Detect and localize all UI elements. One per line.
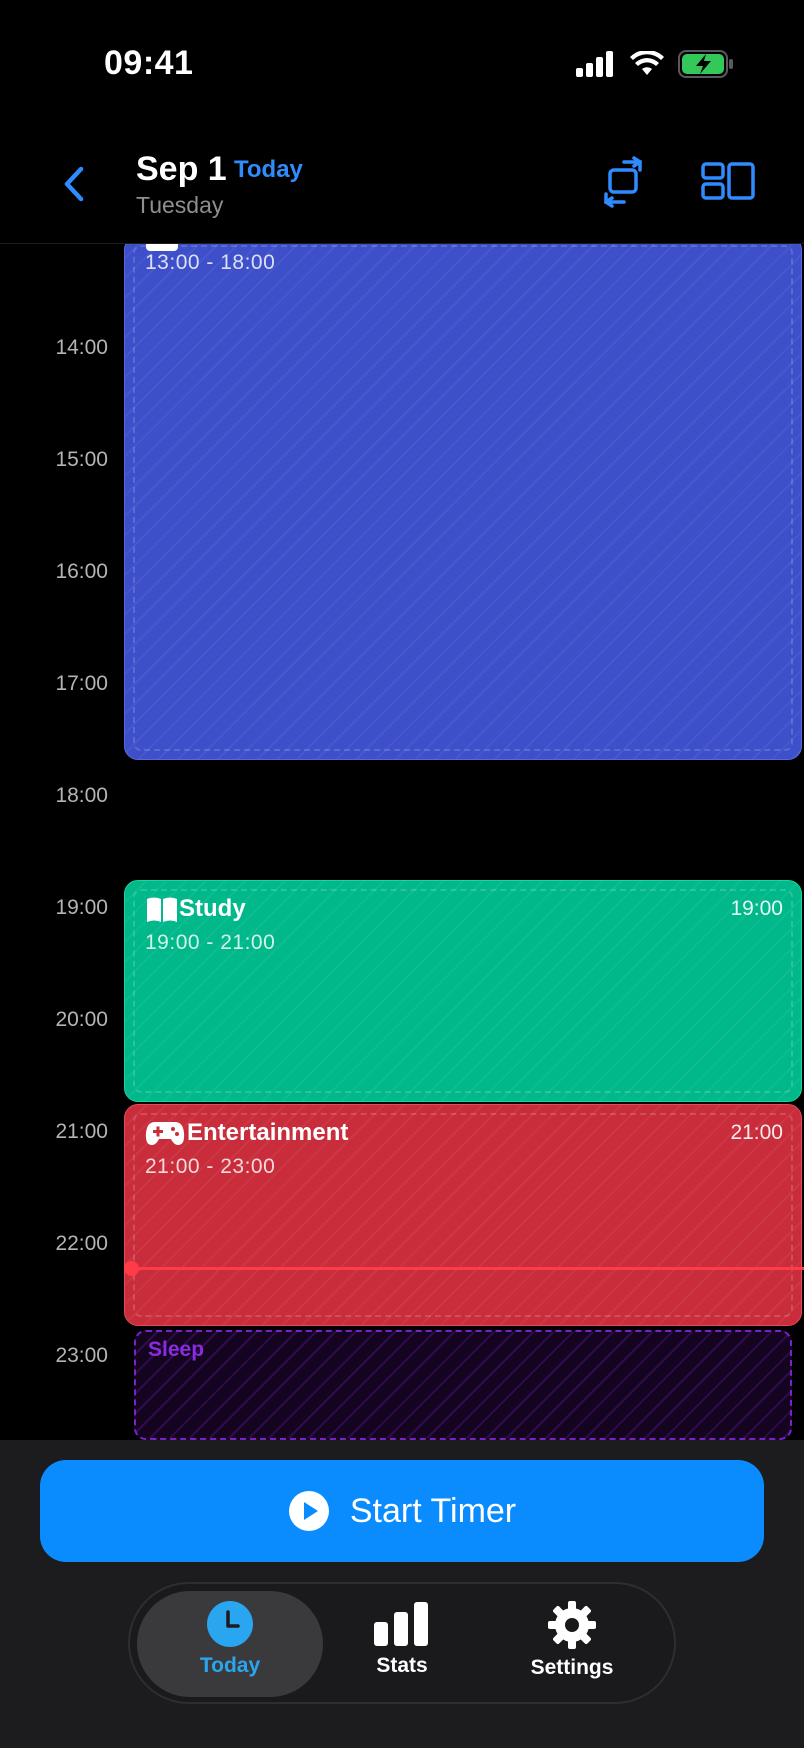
header-weekday: Tuesday bbox=[136, 192, 224, 218]
event-start-time: 19:00 bbox=[730, 897, 783, 920]
tab-label: Today bbox=[199, 1654, 261, 1677]
gear-icon bbox=[548, 1601, 596, 1649]
hour-label: 17:00 bbox=[55, 672, 108, 695]
event-title: Study bbox=[179, 895, 246, 922]
status-time: 09:41 bbox=[104, 44, 194, 82]
tab-settings[interactable]: Settings bbox=[486, 1600, 658, 1696]
event-time-range: 13:00 - 18:00 bbox=[145, 251, 276, 274]
back-chevron-icon bbox=[64, 166, 84, 202]
status-icons bbox=[576, 50, 734, 78]
tab-label: Settings bbox=[530, 1656, 614, 1679]
battery-charging-icon bbox=[678, 50, 733, 78]
current-time-dot bbox=[124, 1261, 139, 1276]
hour-label: 23:00 bbox=[55, 1344, 108, 1367]
start-timer-button[interactable]: Start Timer bbox=[40, 1460, 764, 1562]
tab-stats[interactable]: Stats bbox=[316, 1600, 488, 1696]
swap-icon[interactable] bbox=[598, 156, 650, 208]
hour-label: 22:00 bbox=[55, 1232, 108, 1255]
bottom-panel: Start Timer Today Stats Settings bbox=[0, 1440, 804, 1748]
event-title: Entertainment bbox=[187, 1119, 349, 1146]
event-work[interactable]: 13:00 - 18:00 bbox=[124, 244, 802, 760]
clock-icon bbox=[207, 1601, 253, 1647]
gamepad-icon bbox=[145, 1122, 185, 1145]
current-time-line bbox=[132, 1267, 804, 1270]
event-study[interactable]: Study 19:00 19:00 - 21:00 bbox=[124, 880, 802, 1102]
status-bar: 09:41 bbox=[0, 0, 804, 120]
back-button[interactable] bbox=[56, 160, 92, 208]
today-badge[interactable]: Today bbox=[234, 156, 303, 184]
event-time-range: 19:00 - 21:00 bbox=[145, 931, 276, 954]
header-date: Sep 1 bbox=[136, 150, 227, 188]
wifi-icon bbox=[630, 51, 664, 75]
start-timer-label: Start Timer bbox=[349, 1491, 517, 1530]
hour-label: 15:00 bbox=[55, 448, 108, 471]
event-entertainment[interactable]: Entertainment 21:00 21:00 - 23:00 bbox=[124, 1104, 802, 1326]
hour-label: 19:00 bbox=[55, 896, 108, 919]
day-timeline[interactable]: 14:00 15:00 16:00 17:00 18:00 19:00 20:0… bbox=[0, 244, 804, 1440]
hour-label: 14:00 bbox=[55, 336, 108, 359]
play-icon bbox=[288, 1491, 329, 1531]
hour-label: 21:00 bbox=[55, 1120, 108, 1143]
day-header: Sep 1 Today Tuesday bbox=[0, 120, 804, 244]
signal-icon bbox=[576, 51, 613, 77]
tab-today[interactable]: Today bbox=[144, 1600, 316, 1696]
event-title: Sleep bbox=[148, 1338, 205, 1361]
event-time-range: 21:00 - 23:00 bbox=[145, 1155, 276, 1178]
hour-label: 18:00 bbox=[55, 784, 108, 807]
book-icon bbox=[147, 897, 177, 922]
event-start-time: 21:00 bbox=[730, 1121, 783, 1144]
hour-label: 20:00 bbox=[55, 1008, 108, 1031]
layout-icon[interactable] bbox=[700, 156, 756, 208]
tab-bar: Today Stats Settings bbox=[128, 1582, 676, 1704]
hour-label: 16:00 bbox=[55, 560, 108, 583]
tab-label: Stats bbox=[376, 1654, 428, 1677]
event-hatch bbox=[125, 244, 801, 759]
bar-chart-icon bbox=[374, 1602, 428, 1646]
event-sleep-planned[interactable]: Sleep bbox=[134, 1330, 792, 1440]
